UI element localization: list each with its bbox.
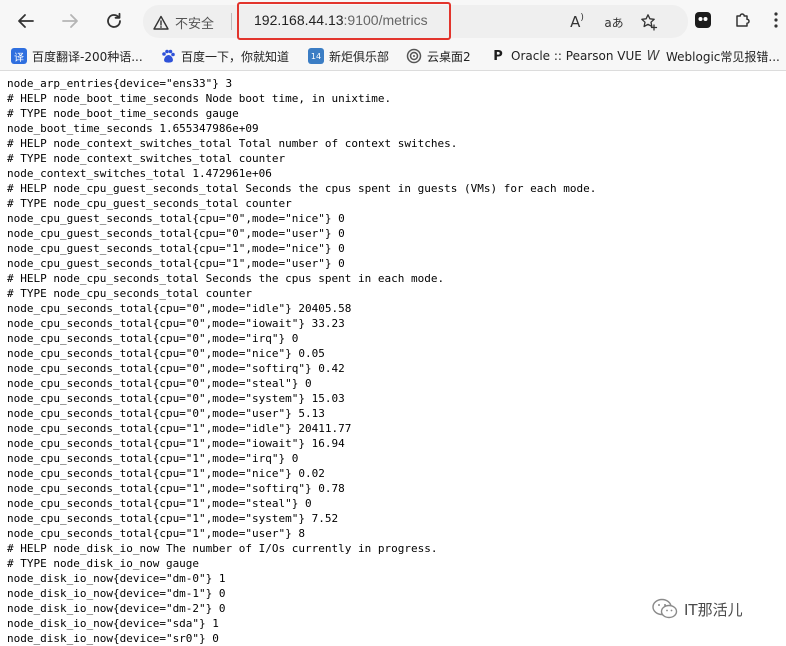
bookmark-label: Weblogic常见报错... bbox=[666, 49, 780, 64]
read-aloud-icon: A bbox=[570, 13, 581, 31]
metric-line: node_cpu_guest_seconds_total{cpu="1",mod… bbox=[7, 257, 345, 270]
metric-line: node_cpu_seconds_total{cpu="1",mode="idl… bbox=[7, 422, 352, 435]
metric-line: node_cpu_seconds_total{cpu="1",mode="iow… bbox=[7, 437, 345, 450]
metric-line: # HELP node_cpu_guest_seconds_total Seco… bbox=[7, 182, 597, 195]
metric-line: # TYPE node_cpu_guest_seconds_total coun… bbox=[7, 197, 292, 210]
pearson-icon: P bbox=[493, 48, 503, 64]
star-add-icon bbox=[641, 14, 658, 31]
metric-line: # TYPE node_boot_time_seconds gauge bbox=[7, 107, 239, 120]
metric-line: node_cpu_seconds_total{cpu="0",mode="idl… bbox=[7, 302, 352, 315]
refresh-icon bbox=[107, 12, 121, 28]
wechat-icon bbox=[652, 598, 678, 619]
metric-line: node_disk_io_now{device="dm-0"} 1 bbox=[7, 572, 226, 585]
metric-line: # HELP node_disk_io_now The number of I/… bbox=[7, 542, 438, 555]
metric-line: node_cpu_seconds_total{cpu="0",mode="iow… bbox=[7, 317, 345, 330]
ghost-extension-icon bbox=[695, 12, 711, 28]
metric-line: node_cpu_seconds_total{cpu="0",mode="use… bbox=[7, 407, 325, 420]
url-text[interactable]: 192.168.44.13:9100/metrics bbox=[254, 12, 428, 28]
url-host: 192.168.44.13 bbox=[254, 12, 344, 28]
bookmark-baidu-translate[interactable]: 译 百度翻译-200种语... bbox=[11, 47, 143, 65]
metric-line: node_cpu_seconds_total{cpu="0",mode="sof… bbox=[7, 362, 345, 375]
extensions-menu-button[interactable] bbox=[730, 7, 756, 33]
metric-line: node_cpu_guest_seconds_total{cpu="0",mod… bbox=[7, 227, 345, 240]
metric-line: node_cpu_guest_seconds_total{cpu="1",mod… bbox=[7, 242, 345, 255]
bookmark-label: 新炬俱乐部 bbox=[329, 49, 390, 64]
extension-button[interactable] bbox=[690, 7, 716, 33]
settings-menu-button[interactable] bbox=[766, 7, 786, 33]
metric-line: node_cpu_seconds_total{cpu="1",mode="sof… bbox=[7, 482, 345, 495]
bookmark-label: Oracle :: Pearson VUE bbox=[511, 49, 642, 63]
metric-line: node_cpu_seconds_total{cpu="0",mode="nic… bbox=[7, 347, 325, 360]
metric-line: node_cpu_seconds_total{cpu="0",mode="sys… bbox=[7, 392, 345, 405]
metric-line: node_cpu_seconds_total{cpu="1",mode="ste… bbox=[7, 497, 312, 510]
baidu-icon bbox=[160, 48, 176, 64]
translate-icon: 译 bbox=[11, 48, 27, 64]
url-highlight-box[interactable]: 192.168.44.13:9100/metrics bbox=[237, 2, 451, 40]
metric-line: node_disk_io_now{device="sr0"} 0 bbox=[7, 632, 219, 645]
metric-line: node_cpu_seconds_total{cpu="0",mode="irq… bbox=[7, 332, 299, 345]
bookmark-pearson-vue[interactable]: P Oracle :: Pearson VUE bbox=[490, 47, 642, 65]
bookmark-xinju-club[interactable]: 14 新炬俱乐部 bbox=[308, 47, 389, 65]
metric-line: # HELP node_boot_time_seconds Node boot … bbox=[7, 92, 392, 105]
metrics-text: node_arp_entries{device="ens33"} 3 # HELP… bbox=[7, 76, 786, 646]
url-path: :9100/metrics bbox=[343, 12, 428, 28]
favorite-button[interactable] bbox=[639, 12, 659, 32]
address-bar[interactable]: 不安全 192.168.44.13:9100/metrics A) aあ bbox=[143, 2, 688, 40]
back-button[interactable] bbox=[12, 7, 40, 35]
metric-line: node_arp_entries{device="ens33"} 3 bbox=[7, 77, 233, 90]
bookmarks-bar: 译 百度翻译-200种语... 百度一下，你就知道 14 新炬俱乐部 云桌面2 … bbox=[0, 42, 786, 71]
metric-line: node_cpu_seconds_total{cpu="1",mode="irq… bbox=[7, 452, 299, 465]
forward-arrow-icon bbox=[62, 14, 78, 28]
metric-line: node_cpu_seconds_total{cpu="1",mode="sys… bbox=[7, 512, 339, 525]
bookmark-label: 百度一下，你就知道 bbox=[181, 49, 290, 64]
translate-icon: aあ bbox=[604, 15, 624, 30]
metric-line: # TYPE node_cpu_seconds_total counter bbox=[7, 287, 253, 300]
watermark: IT那活儿 bbox=[652, 598, 743, 620]
watermark-text: IT那活儿 bbox=[684, 600, 743, 619]
site-info[interactable]: 不安全 bbox=[153, 13, 214, 32]
security-label: 不安全 bbox=[175, 17, 215, 32]
more-icon bbox=[774, 12, 778, 28]
warning-icon bbox=[153, 15, 169, 30]
metric-line: node_boot_time_seconds 1.655347986e+09 bbox=[7, 122, 259, 135]
bookmark-label: 百度翻译-200种语... bbox=[32, 49, 143, 64]
metric-line: node_cpu_seconds_total{cpu="1",mode="use… bbox=[7, 527, 306, 540]
metric-line: node_context_switches_total 1.472961e+06 bbox=[7, 167, 272, 180]
refresh-button[interactable] bbox=[100, 7, 128, 35]
weblogic-icon: W bbox=[646, 48, 660, 64]
read-aloud-button[interactable]: A) bbox=[567, 12, 587, 32]
metric-line: node_cpu_guest_seconds_total{cpu="0",mod… bbox=[7, 212, 345, 225]
forward-button[interactable] bbox=[56, 7, 84, 35]
metric-line: # TYPE node_disk_io_now gauge bbox=[7, 557, 200, 570]
bookmark-baidu[interactable]: 百度一下，你就知道 bbox=[160, 47, 289, 65]
address-separator bbox=[231, 13, 232, 30]
bookmark-weblogic[interactable]: W Weblogic常见报错... bbox=[645, 47, 780, 65]
puzzle-icon bbox=[736, 13, 750, 27]
browser-toolbar: 不安全 192.168.44.13:9100/metrics A) aあ bbox=[0, 0, 786, 42]
bookmark-label: 云桌面2 bbox=[427, 49, 471, 64]
bookmark-cloud-desktop[interactable]: 云桌面2 bbox=[406, 47, 471, 65]
metric-line: # TYPE node_context_switches_total count… bbox=[7, 152, 286, 165]
club-icon: 14 bbox=[308, 48, 324, 64]
metric-line: node_cpu_seconds_total{cpu="1",mode="nic… bbox=[7, 467, 325, 480]
translate-button[interactable]: aあ bbox=[601, 12, 627, 32]
metric-line: node_cpu_seconds_total{cpu="0",mode="ste… bbox=[7, 377, 312, 390]
metric-line: # HELP node_cpu_seconds_total Seconds th… bbox=[7, 272, 445, 285]
metric-line: # HELP node_context_switches_total Total… bbox=[7, 137, 458, 150]
cloud-desktop-icon bbox=[406, 48, 422, 64]
back-arrow-icon bbox=[18, 14, 34, 28]
